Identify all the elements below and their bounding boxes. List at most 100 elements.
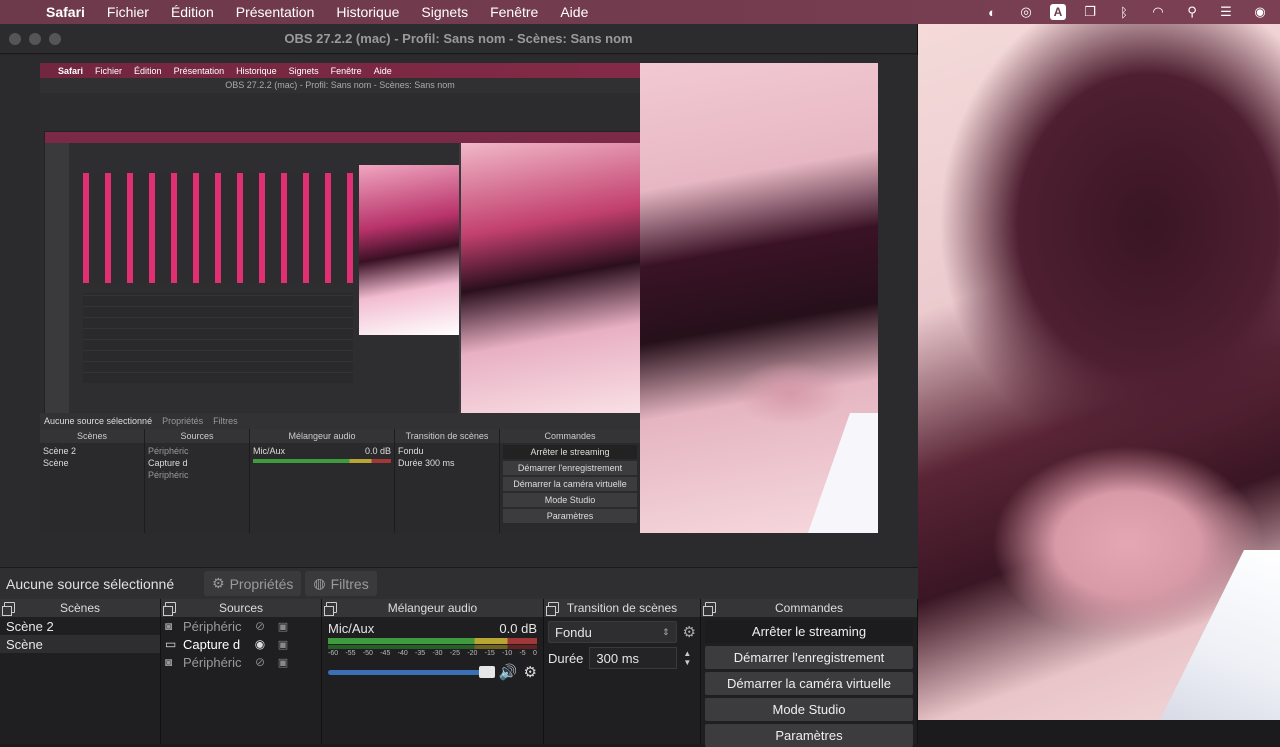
- gear-icon[interactable]: ⚙: [683, 623, 696, 641]
- window-titlebar[interactable]: OBS 27.2.2 (mac) - Profil: Sans nom - Sc…: [0, 24, 917, 54]
- duration-input[interactable]: 300 ms: [589, 647, 678, 669]
- volume-slider[interactable]: [328, 665, 495, 678]
- scene-item[interactable]: Scène 2: [0, 617, 160, 635]
- source-item[interactable]: ◙ Périphéric ⊘ ▣: [161, 653, 321, 671]
- gear-icon[interactable]: ⚙: [524, 663, 537, 681]
- source-name: Capture d: [183, 636, 241, 652]
- transition-dock-header: Transition de scènes: [544, 599, 700, 617]
- menu-fichier[interactable]: Fichier: [96, 4, 160, 20]
- collar-shape: [1160, 550, 1280, 720]
- siri-icon[interactable]: ◉: [1250, 4, 1270, 20]
- scenes-dock-header: Scènes: [0, 599, 160, 617]
- volume-slider-row: 🔊 ⚙: [328, 663, 537, 681]
- audio-meter: [328, 638, 537, 644]
- lock-icon[interactable]: ▣: [273, 620, 293, 633]
- mixer-header: Mélangeur audio: [387, 601, 478, 615]
- nested-menu-presentation: Présentation: [173, 65, 225, 76]
- mixer-dock-header: Mélangeur audio: [322, 599, 543, 617]
- commands-dock: Commandes Arrêter le streaming Démarrer …: [701, 599, 918, 747]
- nested-mixer-level: 0.0 dB: [364, 446, 391, 456]
- scenes-header: Scènes: [59, 601, 101, 615]
- wifi-icon[interactable]: ◠: [1148, 4, 1168, 20]
- nested-stop-stream: Arrêter le streaming: [503, 445, 637, 459]
- window-title: OBS 27.2.2 (mac) - Profil: Sans nom - Sc…: [284, 31, 633, 46]
- menu-fenetre[interactable]: Fenêtre: [479, 4, 549, 20]
- studio-mode-button[interactable]: Mode Studio: [705, 698, 913, 721]
- nested-menu-edition: Édition: [134, 65, 162, 76]
- properties-button[interactable]: ⚙ Propriétés: [204, 571, 302, 596]
- nested-transition-type: Fondu: [398, 446, 424, 456]
- menu-aide[interactable]: Aide: [549, 4, 599, 20]
- meter-tick: -30: [432, 650, 443, 657]
- nested-collar-shape: [808, 413, 878, 533]
- menu-presentation[interactable]: Présentation: [225, 4, 326, 20]
- nested-no-source: Aucune source sélectionné: [44, 416, 153, 426]
- undock-icon[interactable]: [163, 602, 176, 616]
- recursion-panels: [83, 293, 353, 383]
- start-recording-button[interactable]: Démarrer l'enregistrement: [705, 646, 913, 669]
- meter-tick: -20: [467, 650, 478, 657]
- duration-stepper[interactable]: ▲ ▼: [683, 649, 691, 667]
- minimize-icon[interactable]: [29, 32, 41, 45]
- obs-status-icon[interactable]: ◐: [982, 5, 1002, 20]
- preview-area[interactable]: Safari Fichier Édition Présentation Hist…: [0, 55, 918, 567]
- spotlight-search-icon[interactable]: ⚲: [1182, 4, 1202, 20]
- commands-header: Commandes: [774, 601, 844, 615]
- eye-hidden-icon[interactable]: ⊘: [247, 655, 273, 669]
- transition-type-row: Fondu ⇕ ⚙: [544, 617, 700, 643]
- scenes-dock: Scènes Scène 2 Scène: [0, 599, 161, 744]
- undock-icon[interactable]: [324, 602, 337, 616]
- nested-preview: [40, 93, 642, 423]
- lock-icon[interactable]: ▣: [273, 656, 293, 669]
- eye-hidden-icon[interactable]: ⊘: [247, 619, 273, 633]
- chevron-down-icon[interactable]: ▼: [683, 658, 691, 667]
- gear-icon: ⚙: [212, 575, 225, 591]
- settings-button[interactable]: Paramètres: [705, 724, 913, 747]
- nested-scenes-header: Scènes: [40, 429, 144, 443]
- nested-transition-header: Transition de scènes: [395, 429, 499, 443]
- eye-icon[interactable]: ◉: [247, 637, 273, 651]
- airplay-icon[interactable]: ◎: [1016, 4, 1036, 20]
- bluetooth-icon[interactable]: ᛒ: [1114, 5, 1134, 20]
- transition-type: Fondu: [555, 624, 592, 640]
- undock-icon[interactable]: [546, 602, 559, 616]
- menu-edition[interactable]: Édition: [160, 4, 225, 20]
- input-source-icon[interactable]: A: [1050, 4, 1066, 20]
- nested-duration-label: Durée: [398, 458, 423, 468]
- chevron-up-icon[interactable]: ▲: [683, 649, 691, 658]
- nested-source-item: Périphéric: [148, 446, 189, 456]
- menu-signets[interactable]: Signets: [410, 4, 479, 20]
- nested-camera: [640, 63, 878, 533]
- menu-historique[interactable]: Historique: [325, 4, 410, 20]
- sources-dock: Sources ◙ Périphéric ⊘ ▣ ▭ Capture d ◉ ▣…: [161, 599, 322, 744]
- stop-streaming-button[interactable]: Arrêter le streaming: [705, 620, 913, 643]
- control-center-icon[interactable]: ☰: [1216, 4, 1236, 20]
- undock-icon[interactable]: [703, 602, 716, 616]
- undock-icon[interactable]: [2, 602, 15, 616]
- volume-slider-knob[interactable]: [478, 665, 495, 678]
- nested-scene-item: Scène: [43, 458, 69, 468]
- source-item[interactable]: ▭ Capture d ◉ ▣: [161, 635, 321, 653]
- obs-window: OBS 27.2.2 (mac) - Profil: Sans nom - Sc…: [0, 24, 918, 747]
- meter-scale: -60 -55 -50 -45 -40 -35 -30 -25 -20 -15 …: [328, 650, 537, 657]
- traffic-lights: [0, 32, 61, 45]
- mixer-level: 0.0 dB: [499, 621, 537, 636]
- lock-icon[interactable]: ▣: [273, 638, 293, 651]
- scene-item[interactable]: Scène: [0, 635, 160, 653]
- close-icon[interactable]: [9, 32, 21, 45]
- nested-dock-columns: Scènes Scène 2 Scène Sources Périphéric …: [40, 429, 640, 533]
- source-item[interactable]: ◙ Périphéric ⊘ ▣: [161, 617, 321, 635]
- meter-tick: -50: [362, 650, 373, 657]
- transition-select[interactable]: Fondu ⇕: [548, 621, 677, 643]
- start-virtual-camera-button[interactable]: Démarrer la caméra virtuelle: [705, 672, 913, 695]
- windows-icon[interactable]: ❐: [1080, 4, 1100, 20]
- filters-button[interactable]: ◍ Filtres: [305, 571, 377, 596]
- speaker-icon[interactable]: 🔊: [499, 663, 518, 681]
- nested-transition-duration: Durée 300 ms: [398, 457, 496, 469]
- meter-tick: -10: [502, 650, 513, 657]
- nested-mixer-row: Mic/Aux 0.0 dB: [253, 445, 391, 457]
- zoom-icon[interactable]: [49, 32, 61, 45]
- recursion-stripes: [83, 173, 353, 283]
- preview-canvas[interactable]: Safari Fichier Édition Présentation Hist…: [40, 63, 878, 533]
- menu-app-safari[interactable]: Safari: [40, 4, 96, 20]
